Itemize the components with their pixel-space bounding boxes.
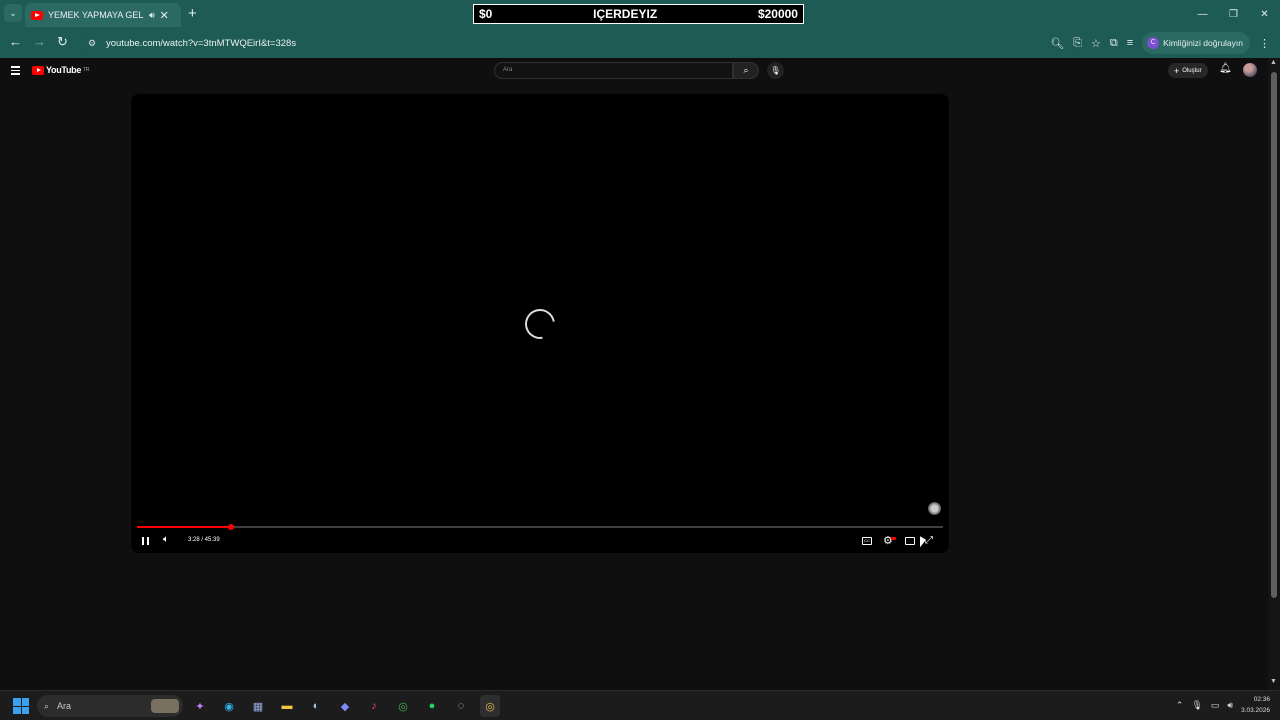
chrome-active-icon[interactable]: ◎ (480, 695, 500, 717)
taskbar-search[interactable]: ⌕ Ara (37, 695, 183, 717)
restore-button[interactable]: ❐ (1218, 0, 1249, 28)
hd-badge (891, 537, 896, 540)
discord-icon[interactable]: ◆ (335, 695, 355, 717)
search-button[interactable]: ⌕ (733, 62, 759, 79)
cast-icon[interactable]: ⎘ (1073, 37, 1082, 50)
browser-menu-icon[interactable]: ⋮ (1259, 37, 1270, 50)
tiktok-icon[interactable]: ♪ (364, 695, 384, 717)
speaker-icon[interactable]: 🔊︎ (1227, 700, 1233, 711)
address-bar-row: ← → ↻ ⚙︎ youtube.com/watch?v=3tnMTWQEirI… (0, 28, 1280, 58)
scroll-thumb[interactable] (1271, 72, 1277, 598)
windows-taskbar: ⌕ Ara ✦ ◉ ▦ ▬ ◐ ◆ ♪ ◎ ● ◌ ◎ ⌃ 🎙︎ ▭ 🔊︎ 02… (0, 690, 1280, 720)
notifications-bell-icon[interactable]: 🔔︎ (1219, 63, 1232, 74)
video-player[interactable]: 🔈︎ 3:28 / 45:39 CC ⚙︎ ⤢ (131, 94, 949, 553)
tab-title: YEMEK YAPMAYA GELDİK, D (48, 10, 144, 20)
time-display: 3:28 / 45:39 (188, 537, 220, 543)
browser-frame: ⌄ YEMEK YAPMAYA GELDİK, D 🔊︎ ✕ + $0 IÇER… (0, 0, 1280, 58)
theater-mode-icon[interactable] (905, 537, 915, 545)
close-window-button[interactable]: ✕ (1249, 0, 1280, 28)
scroll-up-arrow-icon[interactable]: ▲ (1270, 59, 1277, 66)
spotify-icon[interactable]: ● (422, 695, 442, 717)
address-bar[interactable]: ⚙︎ youtube.com/watch?v=3tnMTWQEirI&t=328… (80, 31, 1080, 55)
youtube-header: YouTube TR Ara ⌕ 🎙︎ + Oluştur 🔔︎ (0, 58, 1268, 84)
profile-verify-button[interactable]: C Kimliğinizi doğrulayın (1142, 32, 1250, 54)
app-icon[interactable]: ◌ (451, 695, 471, 717)
chevron-up-icon[interactable]: ⌃ (1176, 700, 1184, 711)
system-tray: ⌃ 🎙︎ ▭ 🔊︎ 02:36 3.03.2026 (1176, 694, 1270, 716)
edge-icon[interactable]: ◉ (219, 695, 239, 717)
toolbar-actions: 🔍︎ ⎘ ☆ ⧉ ≡ C Kimliğinizi doğrulayın ⋮ (1050, 32, 1270, 54)
minimize-button[interactable]: — (1187, 0, 1218, 28)
reading-list-icon[interactable]: ≡ (1127, 37, 1133, 49)
search-input[interactable]: Ara (494, 62, 733, 79)
settings-gear-icon[interactable]: ⚙︎ (883, 534, 893, 547)
url-text[interactable]: youtube.com/watch?v=3tnMTWQEirI&t=328s (106, 38, 296, 49)
search-icon: ⌕ (743, 65, 749, 75)
site-info-icon[interactable]: ⚙︎ (88, 38, 98, 48)
forward-arrow-icon[interactable]: → (33, 34, 46, 49)
channel-watermark-icon[interactable] (928, 502, 941, 515)
youtube-favicon-icon (31, 10, 43, 20)
voice-search-button[interactable]: 🎙︎ (767, 62, 784, 79)
tab-search-button[interactable]: ⌄ (4, 4, 22, 22)
close-tab-icon[interactable]: ✕ (160, 9, 169, 22)
page-scrollbar[interactable]: ▲ ▼ (1268, 58, 1280, 690)
search-highlight-image (151, 699, 179, 713)
fullscreen-icon[interactable]: ⤢ (925, 535, 933, 546)
back-arrow-icon[interactable]: ← (9, 34, 22, 49)
network-icon[interactable]: ▭ (1211, 700, 1220, 711)
progress-bar[interactable] (137, 524, 943, 530)
loading-spinner-icon (519, 303, 561, 345)
reload-icon[interactable]: ↻ (57, 34, 68, 50)
youtube-play-icon (32, 65, 44, 75)
store-icon[interactable]: ▦ (248, 695, 268, 717)
plus-icon: + (1174, 65, 1180, 76)
profile-avatar-icon: C (1147, 37, 1160, 49)
taskbar-apps: ✦ ◉ ▦ ▬ ◐ ◆ ♪ ◎ ● ◌ ◎ (190, 695, 500, 717)
new-tab-button[interactable]: + (188, 5, 197, 22)
logo-text: YouTube (46, 65, 82, 75)
file-explorer-icon[interactable]: ▬ (277, 695, 297, 717)
window-controls: — ❐ ✕ (1187, 0, 1280, 28)
search-icon: ⌕ (44, 700, 50, 711)
scroll-down-arrow-icon[interactable]: ▼ (1270, 678, 1277, 685)
verify-label: Kimliğinizi doğrulayın (1163, 38, 1243, 48)
pause-icon[interactable] (142, 537, 149, 545)
clock-time: 02:36 (1253, 696, 1270, 703)
copilot-icon[interactable]: ✦ (190, 695, 210, 717)
speaker-icon[interactable]: 🔊︎ (149, 10, 155, 21)
taskbar-search-label: Ara (57, 701, 72, 711)
windows-start-icon[interactable] (13, 698, 29, 714)
active-tab[interactable]: YEMEK YAPMAYA GELDİK, D 🔊︎ ✕ (25, 3, 181, 27)
hamburger-menu-icon[interactable] (11, 66, 20, 77)
overlay-title: IÇERDEYIZ (593, 7, 658, 21)
zoom-icon[interactable]: 🔍︎ (1050, 37, 1064, 50)
youtube-logo[interactable]: YouTube TR (32, 65, 89, 75)
progress-played (137, 526, 232, 528)
steam-icon[interactable]: ◐ (306, 695, 326, 717)
create-button[interactable]: + Oluştur (1168, 63, 1208, 78)
create-label: Oluştur (1182, 67, 1202, 74)
account-avatar[interactable] (1243, 63, 1257, 77)
logo-country: TR (83, 67, 90, 73)
mic-icon[interactable]: 🎙︎ (1191, 700, 1202, 711)
progress-scrubber-handle[interactable] (228, 524, 235, 530)
bookmark-star-icon[interactable]: ☆ (1091, 37, 1101, 50)
mic-icon: 🎙︎ (770, 66, 781, 75)
subtitles-icon[interactable]: CC (862, 537, 872, 545)
clock-date: 3.03.2026 (1241, 707, 1270, 714)
overlay-right-value: $20000 (757, 7, 798, 21)
overlay-left-value: $0 (479, 7, 493, 21)
extensions-icon[interactable]: ⧉ (1110, 37, 1118, 50)
tab-strip: ⌄ YEMEK YAPMAYA GELDİK, D 🔊︎ ✕ + $0 IÇER… (0, 0, 1280, 28)
search-placeholder: Ara (503, 67, 513, 73)
volume-icon[interactable]: 🔈︎ (163, 534, 169, 545)
clock[interactable]: 02:36 3.03.2026 (1241, 694, 1270, 716)
chrome-icon[interactable]: ◎ (393, 695, 413, 717)
stream-overlay-bar: $0 IÇERDEYIZ $20000 (473, 4, 804, 24)
